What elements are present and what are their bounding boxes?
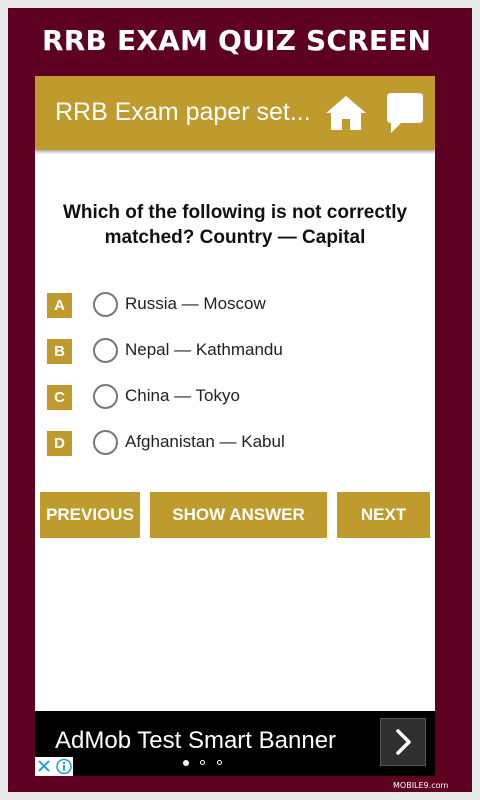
ad-banner-text: AdMob Test Smart Banner (55, 727, 337, 754)
radio-button[interactable] (93, 338, 118, 363)
close-icon (38, 760, 50, 772)
option-letter-badge: D (47, 431, 72, 456)
option-b[interactable]: B Nepal — Kathmandu (47, 337, 427, 365)
app-bar: RRB Exam paper set... (35, 76, 435, 150)
question-text: Which of the following is not correctly … (62, 202, 408, 248)
chevron-right-icon (396, 729, 411, 755)
option-label: Russia — Moscow (125, 294, 266, 313)
chat-bubble-icon[interactable] (385, 91, 425, 135)
watermark-logo: MOBILE9.com (393, 781, 449, 790)
radio-button[interactable] (93, 430, 118, 455)
option-letter-badge: A (47, 293, 72, 318)
ad-open-button[interactable] (380, 718, 426, 766)
option-label: China — Tokyo (125, 386, 240, 405)
radio-button[interactable] (93, 292, 118, 317)
home-icon[interactable] (325, 94, 367, 132)
option-label: Nepal — Kathmandu (125, 340, 283, 359)
previous-button[interactable]: PREVIOUS (40, 492, 140, 538)
option-letter-badge: C (47, 385, 72, 410)
phone-screen: RRB Exam paper set... Which of the follo… (35, 76, 435, 776)
ad-choices[interactable] (35, 757, 73, 776)
option-a[interactable]: A Russia — Moscow (47, 291, 427, 319)
screen-title: RRB EXAM QUIZ SCREEN (42, 24, 432, 57)
show-answer-button[interactable]: SHOW ANSWER (150, 492, 327, 538)
pager-dot (217, 760, 222, 765)
option-d[interactable]: D Afghanistan — Kabul (47, 429, 427, 457)
app-bar-title: RRB Exam paper set... (55, 98, 311, 126)
next-button[interactable]: NEXT (337, 492, 430, 538)
pager-dot (183, 760, 189, 766)
option-letter-badge: B (47, 339, 72, 364)
radio-button[interactable] (93, 384, 118, 409)
ad-choices-icons (38, 758, 72, 775)
option-c[interactable]: C China — Tokyo (47, 383, 427, 411)
pager-dot (200, 760, 205, 765)
ad-banner[interactable]: AdMob Test Smart Banner (35, 711, 435, 776)
option-label: Afghanistan — Kabul (125, 432, 285, 451)
